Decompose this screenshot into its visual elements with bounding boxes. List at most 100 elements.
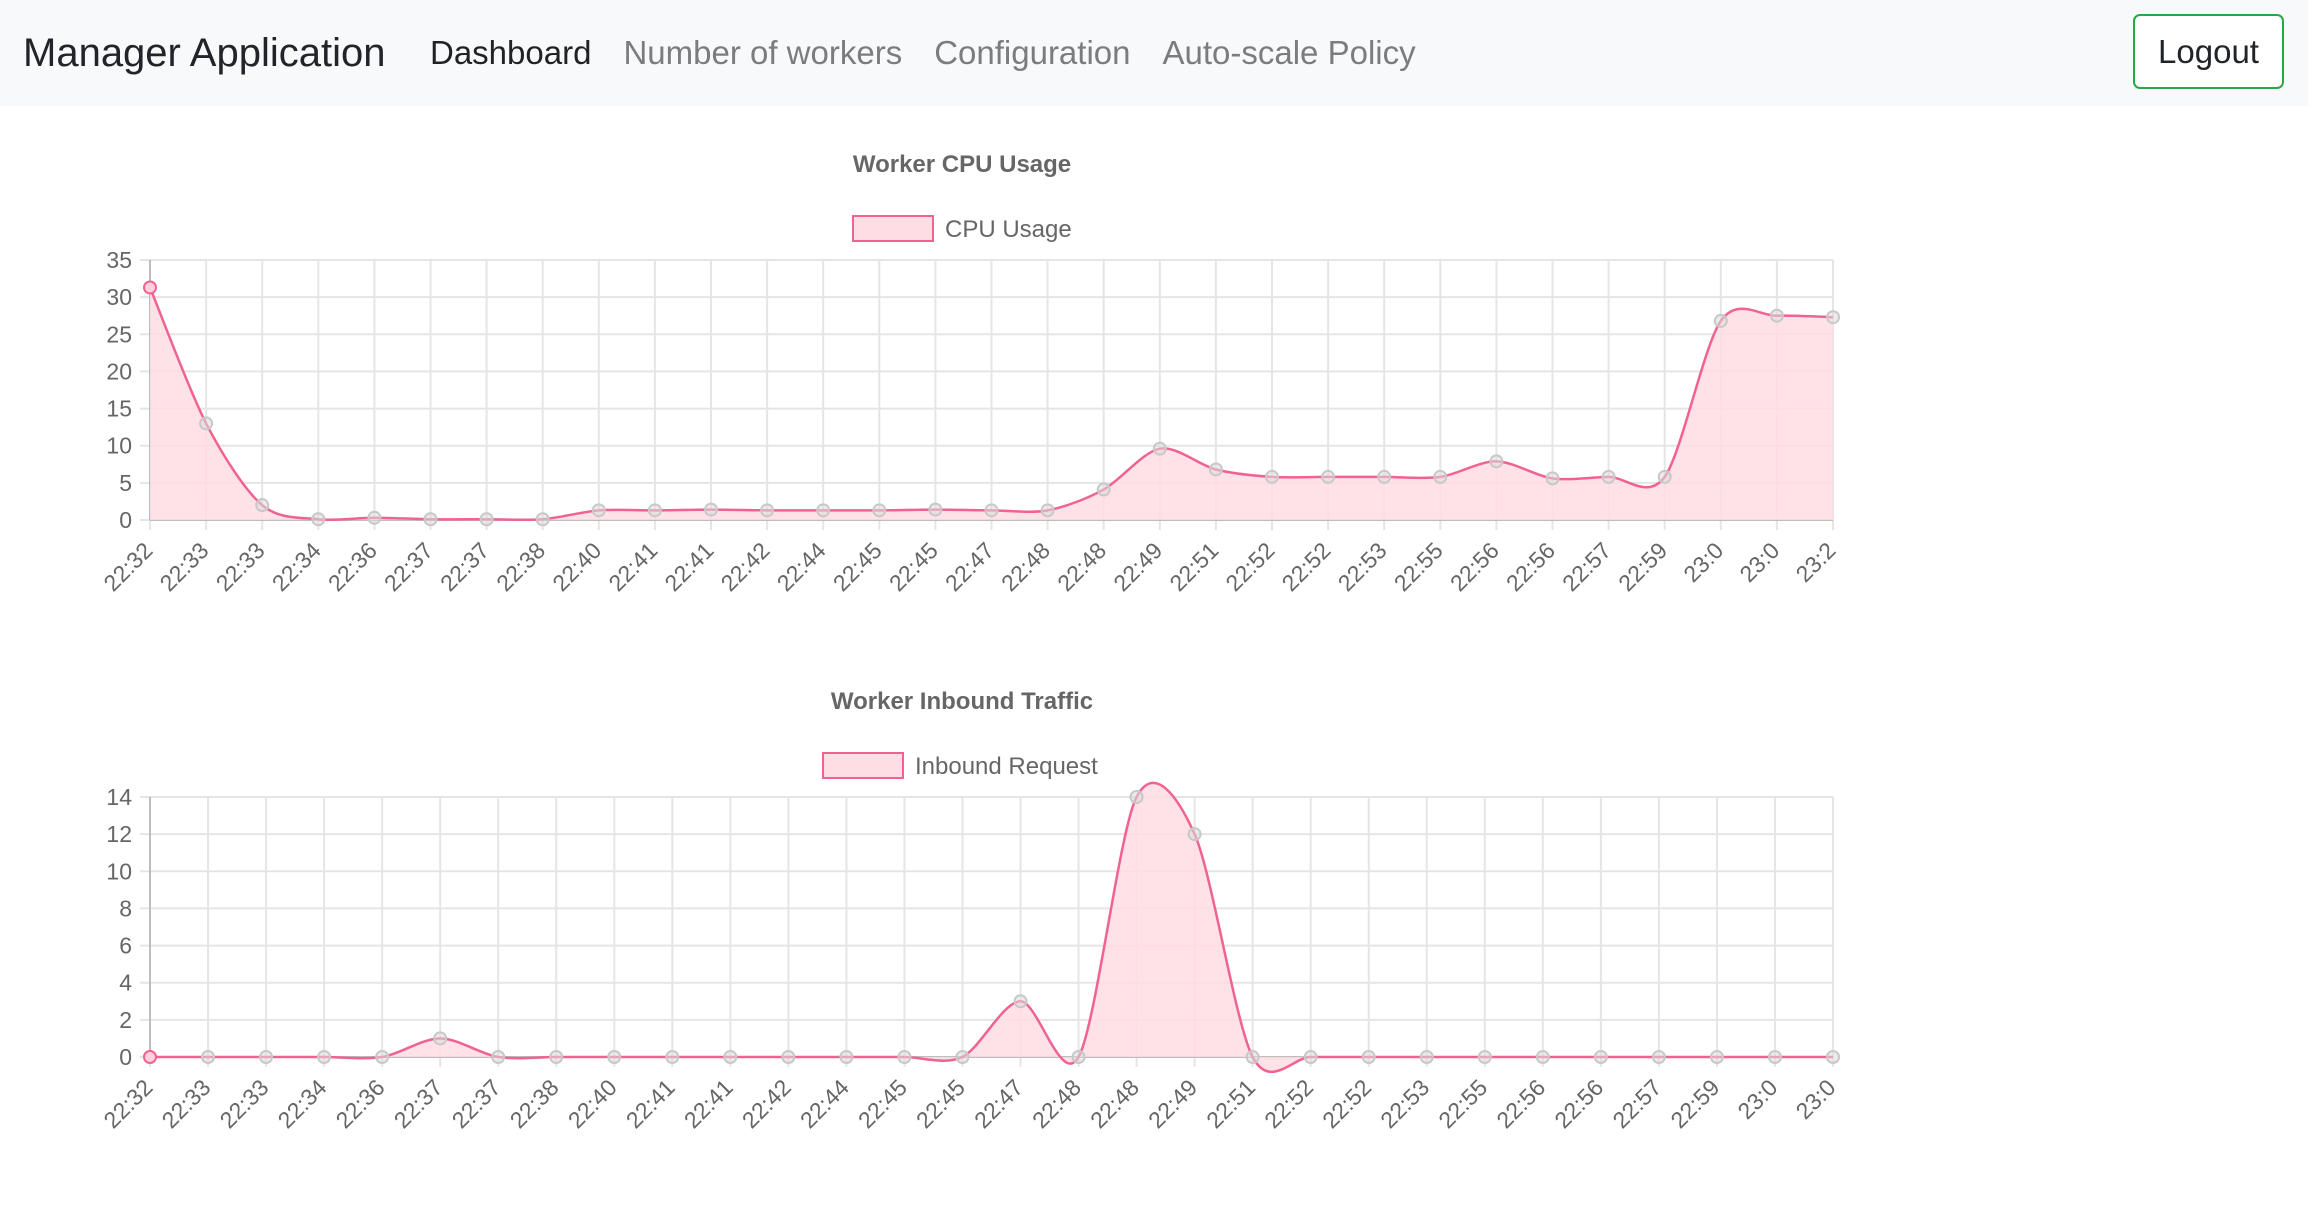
data-point[interactable]	[1545, 471, 1560, 486]
data-point[interactable]	[423, 512, 438, 527]
data-point[interactable]	[143, 280, 157, 295]
data-point[interactable]	[1419, 1050, 1434, 1064]
data-point[interactable]	[1040, 503, 1055, 518]
data-point[interactable]	[872, 503, 887, 518]
data-point[interactable]	[1071, 1050, 1086, 1064]
data-point[interactable]	[1129, 790, 1144, 804]
y-tick-label: 0	[119, 1044, 132, 1070]
data-point[interactable]	[491, 1050, 506, 1064]
data-point[interactable]	[1709, 1050, 1724, 1064]
data-point[interactable]	[647, 503, 662, 518]
data-point[interactable]	[1265, 469, 1279, 484]
data-point[interactable]	[367, 510, 382, 525]
x-tick-label: 23:2	[1790, 537, 1840, 587]
data-point[interactable]	[607, 1050, 622, 1064]
x-tick-label: 22:57	[1557, 537, 1616, 596]
data-point[interactable]	[1769, 308, 1784, 323]
data-point[interactable]	[535, 512, 550, 527]
data-point[interactable]	[1245, 1050, 1260, 1064]
data-point[interactable]	[984, 503, 999, 518]
data-point[interactable]	[781, 1050, 796, 1064]
data-point[interactable]	[317, 1050, 332, 1064]
data-point[interactable]	[591, 503, 606, 518]
x-tick-label: 22:55	[1389, 537, 1448, 596]
legend-label[interactable]: Inbound Request	[915, 753, 1098, 780]
data-point[interactable]	[1433, 469, 1448, 484]
data-point[interactable]	[723, 1050, 738, 1064]
data-point[interactable]	[897, 1050, 912, 1064]
nav-link-auto-scale-policy[interactable]: Auto-scale Policy	[1163, 30, 1416, 76]
data-point[interactable]	[1826, 310, 1840, 325]
data-point[interactable]	[955, 1050, 970, 1064]
data-point[interactable]	[199, 416, 214, 431]
data-point[interactable]	[433, 1031, 448, 1046]
data-point[interactable]	[479, 512, 494, 527]
data-point[interactable]	[255, 498, 270, 513]
data-point[interactable]	[1187, 827, 1202, 842]
cpu-usage-chart-svg: Worker CPU Usage CPU Usage 0 5 10 15 20 25 30 3…	[98, 151, 1840, 596]
y-tick-label: 5	[119, 470, 132, 496]
data-point[interactable]	[1601, 469, 1616, 484]
data-point[interactable]	[839, 1050, 854, 1064]
x-tick-label: 22:48	[996, 537, 1055, 596]
inbound-traffic-chart-svg: Worker Inbound Traffic Inbound Request 0…	[98, 688, 1840, 1133]
cpu-usage-chart: Worker CPU Usage CPU Usage 0 5 10 15 20 25 30 3…	[0, 130, 1900, 610]
data-point[interactable]	[1321, 469, 1336, 484]
x-tick-label: 22:38	[491, 537, 550, 596]
data-point[interactable]	[1477, 1050, 1492, 1064]
x-tick-label: 22:53	[1333, 537, 1392, 596]
data-point[interactable]	[704, 502, 718, 517]
y-tick-label: 0	[119, 507, 132, 533]
x-tick-label: 22:51	[1164, 537, 1223, 596]
data-point[interactable]	[928, 502, 943, 517]
nav-link-dashboard[interactable]: Dashboard	[430, 30, 591, 76]
data-point[interactable]	[143, 1050, 157, 1064]
y-tick-label: 30	[106, 284, 132, 310]
x-tick-label: 22:41	[679, 1074, 738, 1133]
data-point[interactable]	[1535, 1050, 1550, 1064]
x-tick-label: 22:56	[1445, 537, 1504, 596]
data-point[interactable]	[1767, 1050, 1782, 1064]
x-tick-label: 22:37	[447, 1074, 506, 1133]
x-tick-label: 22:41	[659, 537, 718, 596]
legend-swatch	[822, 752, 904, 779]
y-tick-label: 10	[106, 433, 132, 459]
data-point[interactable]	[1593, 1050, 1608, 1064]
x-tick-label: 22:49	[1108, 537, 1167, 596]
data-point[interactable]	[1303, 1050, 1318, 1064]
data-point[interactable]	[760, 503, 775, 518]
data-point[interactable]	[549, 1050, 564, 1064]
data-point[interactable]	[1096, 482, 1111, 497]
x-tick-label: 22:32	[98, 1074, 157, 1133]
data-point[interactable]	[1657, 469, 1672, 484]
x-tick-label: 22:55	[1433, 1074, 1492, 1133]
data-point[interactable]	[259, 1050, 274, 1064]
y-tick-label: 12	[106, 821, 132, 847]
data-point[interactable]	[311, 512, 326, 527]
legend-label[interactable]: CPU Usage	[945, 216, 1072, 243]
x-tick-label: 22:36	[331, 1074, 390, 1133]
data-point[interactable]	[1651, 1050, 1666, 1064]
brand-title[interactable]: Manager Application	[23, 27, 385, 79]
x-tick-label: 22:33	[215, 1074, 274, 1133]
data-point[interactable]	[1208, 462, 1223, 477]
data-point[interactable]	[1713, 313, 1728, 328]
data-point[interactable]	[816, 503, 831, 518]
data-point[interactable]	[665, 1050, 680, 1064]
data-point[interactable]	[201, 1050, 216, 1064]
data-point[interactable]	[1361, 1050, 1376, 1064]
logout-button[interactable]: Logout	[2133, 14, 2284, 89]
nav-link-number-of-workers[interactable]: Number of workers	[623, 30, 902, 76]
x-tick-label: 22:59	[1613, 537, 1672, 596]
data-point[interactable]	[1489, 454, 1504, 469]
data-point[interactable]	[1826, 1050, 1840, 1064]
data-point[interactable]	[1013, 994, 1028, 1009]
nav-link-configuration[interactable]: Configuration	[934, 30, 1130, 76]
y-tick-label: 2	[119, 1007, 132, 1033]
data-point[interactable]	[1152, 441, 1167, 456]
data-point[interactable]	[1377, 469, 1392, 484]
navbar: Manager Application Dashboard Number of …	[0, 0, 2308, 106]
x-tick-label: 22:57	[1607, 1074, 1666, 1133]
data-point[interactable]	[375, 1050, 390, 1064]
x-tick-label: 22:33	[211, 537, 270, 596]
